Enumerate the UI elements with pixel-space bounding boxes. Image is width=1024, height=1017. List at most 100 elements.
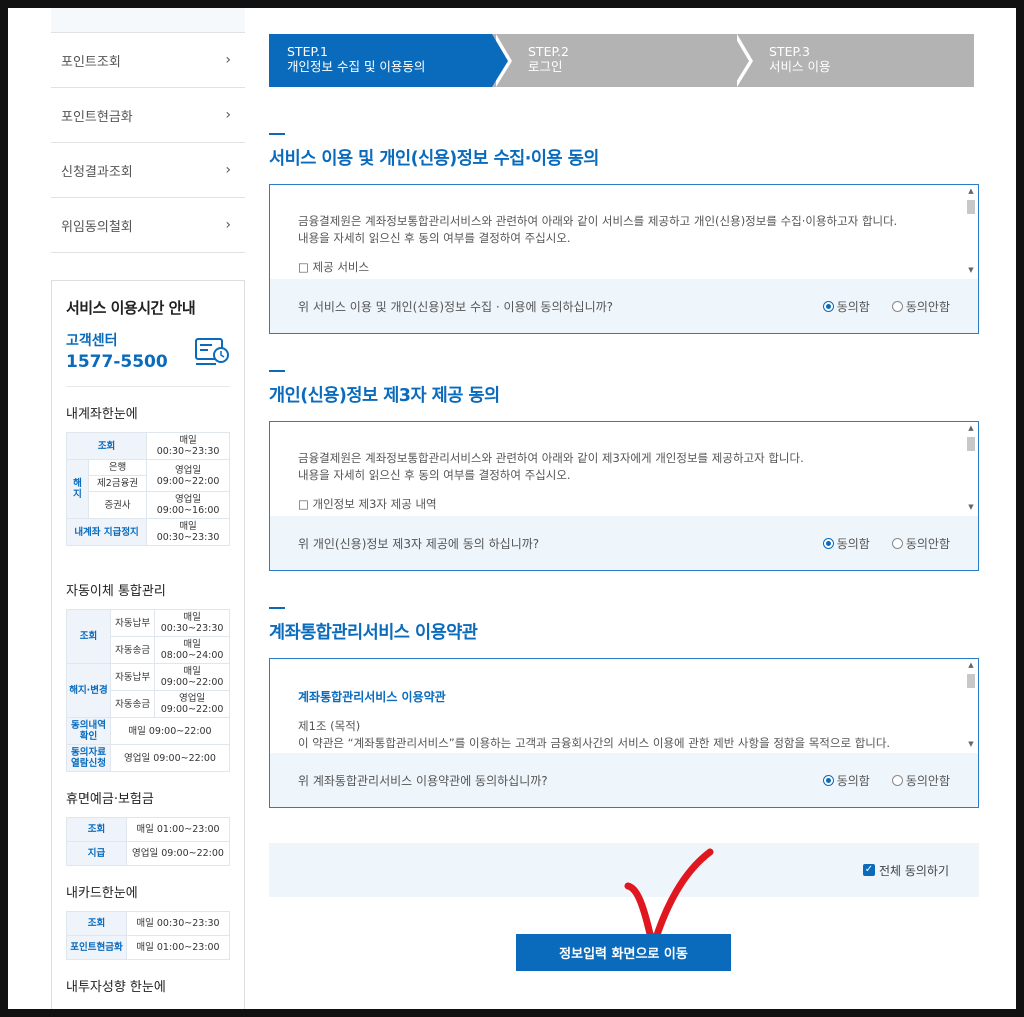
consent-row: 위 계좌통합관리서비스 이용약관에 동의하십니까? 동의함 동의안함 (270, 753, 978, 807)
page-frame: 포인트조회 › 포인트현금화 › 신청결과조회 › 위임동의철회 › 서비스 이용시간 … (8, 8, 1016, 1009)
chevron-right-icon: › (225, 52, 231, 68)
cell: 매일 01:00~23:00 (126, 935, 230, 960)
terms-scroll-area[interactable]: 계좌통합관리서비스 이용약관 제1조 (목적) 이 약관은 “계좌통합관리서비스… (270, 659, 978, 753)
hours-table-cards: 조회 매일 00:30~23:30 포인트현금화 매일 01:00~23:00 (66, 911, 230, 960)
cc-number: 1577-5500 (66, 352, 168, 372)
agree-radio[interactable]: 동의함 (822, 298, 870, 315)
consent-section-terms: 계좌통합관리서비스 이용약관 계좌통합관리서비스 이용약관 제1조 (목적) 이… (269, 607, 979, 808)
cell: 매일 00:30~23:30 (146, 518, 230, 546)
disagree-radio[interactable]: 동의안함 (891, 298, 950, 315)
step-progress: STEP.1 개인정보 수집 및 이용동의 STEP.2 로그인 STEP.3 … (269, 34, 974, 87)
red-check-annotation (624, 848, 714, 942)
agree-radio[interactable]: 동의함 (822, 772, 870, 789)
chevron-right-icon: › (225, 162, 231, 178)
step-label: 서비스 이용 (769, 59, 831, 74)
section-title: 개인(신용)정보 제3자 제공 동의 (269, 386, 500, 406)
cell: 자동송금 (109, 636, 156, 664)
service-hours-panel: 서비스 이용시간 안내 고객센터 1577-5500 내계좌한눈에 조회 매일 0… (51, 280, 245, 1009)
hours-table-dormant: 조회 매일 01:00~23:00 지급 영업일 09:00~22:00 (66, 817, 230, 866)
cell: 조회 (65, 432, 148, 460)
agree-radio[interactable]: 동의함 (822, 535, 870, 552)
sidebar-item-label: 신청결과조회 (61, 164, 133, 180)
hours-table-autopay: 조회 자동납부 매일 00:30~23:30 자동송금 매일 08:00~24:00 … (66, 609, 230, 772)
sidebar-item-consent-withdraw[interactable]: 위임동의철회 › (51, 198, 245, 253)
cell: 매일 01:00~23:00 (126, 817, 230, 842)
cell: 조회 (66, 817, 127, 842)
terms-text: 제1조 (목적) (298, 719, 361, 733)
scrollbar[interactable]: ▲ ▼ (966, 187, 976, 275)
radio-label: 동의함 (836, 536, 870, 551)
terms-scroll-area[interactable]: 금융결제원은 계좌정보통합관리서비스와 관련하여 아래와 같이 서비스를 제공하… (270, 185, 978, 279)
hours-section-title: 내카드한눈에 (66, 886, 138, 901)
cell: 자동납부 (109, 663, 156, 691)
customer-center: 고객센터 1577-5500 (66, 330, 230, 387)
cell: 매일 09:00~22:00 (110, 717, 230, 745)
cc-label: 고객센터 (66, 333, 118, 349)
cell: 조회 (66, 911, 127, 936)
terms-text: 금융결제원은 계좌정보통합관리서비스와 관련하여 아래와 같이 제3자에게 개인… (298, 451, 804, 465)
terms-text: 금융결제원은 계좌정보통합관리서비스와 관련하여 아래와 같이 서비스를 제공하… (298, 214, 898, 228)
scrollbar[interactable]: ▲ ▼ (966, 661, 976, 749)
radio-label: 동의함 (836, 773, 870, 788)
step-label: 로그인 (528, 59, 563, 74)
consent-box: 금융결제원은 계좌정보통합관리서비스와 관련하여 아래와 같이 제3자에게 개인… (269, 421, 979, 571)
step-1: STEP.1 개인정보 수집 및 이용동의 (269, 34, 512, 87)
radio-label: 동의안함 (905, 773, 950, 788)
step-number: STEP.2 (528, 44, 569, 59)
cell: 자동송금 (109, 690, 156, 718)
step-2: STEP.2 로그인 (492, 34, 753, 87)
disagree-radio[interactable]: 동의안함 (891, 535, 950, 552)
cell: 동의자료 열람신청 (66, 744, 111, 772)
consent-question: 위 개인(신용)정보 제3자 제공에 동의 하십니까? (298, 536, 540, 551)
hours-section-title: 내투자성향 한눈에 (66, 980, 166, 995)
agree-all-label[interactable]: 전체 동의하기 (879, 862, 949, 879)
disagree-radio[interactable]: 동의안함 (891, 772, 950, 789)
cell: 조회 (66, 609, 111, 664)
cell: 제2금융권 (87, 475, 148, 492)
hours-table-accounts: 조회 매일 00:30~23:30 해지 은행 영업일 09:00~22:00 제2금… (65, 432, 230, 546)
section-accent-bar (269, 607, 285, 609)
sidebar-item-point-cash[interactable]: 포인트현금화 › (51, 88, 245, 143)
step-number: STEP.3 (769, 44, 810, 59)
step-number: STEP.1 (287, 44, 328, 59)
sidebar-item-result-lookup[interactable]: 신청결과조회 › (51, 143, 245, 198)
cell: 해지 (66, 459, 89, 519)
cell: 매일 08:00~24:00 (154, 636, 230, 664)
cell: 영업일 09:00~16:00 (146, 491, 230, 519)
scrollbar[interactable]: ▲ ▼ (966, 424, 976, 512)
sidebar-item-point-lookup[interactable]: 포인트조회 › (51, 33, 245, 88)
radio-label: 동의함 (836, 299, 870, 314)
cell: 영업일 09:00~22:00 (126, 841, 230, 866)
hours-section-title: 자동이체 통합관리 (66, 584, 166, 599)
section-accent-bar (269, 370, 285, 372)
consent-box: 금융결제원은 계좌정보통합관리서비스와 관련하여 아래와 같이 서비스를 제공하… (269, 184, 979, 334)
cell: 매일 09:00~22:00 (154, 663, 230, 691)
chevron-right-icon: › (225, 107, 231, 123)
step-3: STEP.3 서비스 이용 (733, 34, 974, 87)
sidebar-item-label: 포인트현금화 (61, 109, 133, 125)
consent-section-third-party: 개인(신용)정보 제3자 제공 동의 금융결제원은 계좌정보통합관리서비스와 관… (269, 370, 979, 571)
cell: 영업일 09:00~22:00 (110, 744, 230, 772)
cell: 매일 00:30~23:30 (154, 609, 230, 637)
section-title: 서비스 이용 및 개인(신용)정보 수집·이용 동의 (269, 149, 599, 169)
sidebar-item-label: 포인트조회 (61, 54, 121, 70)
cell: 포인트현금화 (66, 935, 127, 960)
cell: 매일 00:30~23:30 (146, 432, 230, 460)
calendar-clock-icon (195, 338, 229, 365)
terms-text: 내용을 자세히 읽으신 후 동의 여부를 결정하여 주십시오. (298, 468, 571, 482)
hours-title: 서비스 이용시간 안내 (66, 299, 196, 317)
cell: 지급 (66, 841, 127, 866)
section-accent-bar (269, 133, 285, 135)
terms-text: 이 약관은 “계좌통합관리서비스”를 이용하는 고객과 금융회사간의 서비스 이… (298, 736, 891, 750)
section-title: 계좌통합관리서비스 이용약관 (269, 623, 478, 643)
consent-question: 위 서비스 이용 및 개인(신용)정보 수집 · 이용에 동의하십니까? (298, 299, 614, 314)
consent-question: 위 계좌통합관리서비스 이용약관에 동의하십니까? (298, 773, 548, 788)
agree-all-checkbox[interactable]: ✓ (862, 864, 875, 876)
proceed-to-info-input-button[interactable]: 정보입력 화면으로 이동 (516, 934, 731, 971)
cell: 매일 00:30~23:30 (126, 911, 230, 936)
cell: 동의내역 확인 (66, 717, 111, 745)
sidebar-item-top[interactable] (51, 8, 245, 33)
chevron-right-icon: › (225, 217, 231, 233)
step-label: 개인정보 수집 및 이용동의 (287, 59, 426, 74)
terms-scroll-area[interactable]: 금융결제원은 계좌정보통합관리서비스와 관련하여 아래와 같이 제3자에게 개인… (270, 422, 978, 516)
